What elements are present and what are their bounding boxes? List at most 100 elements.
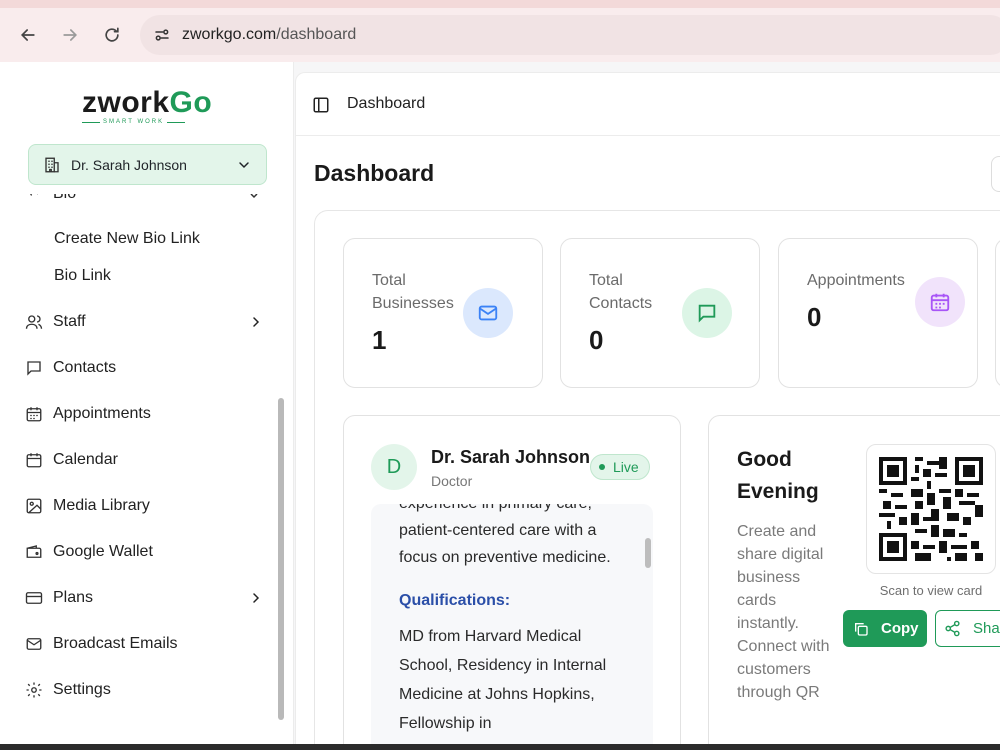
share-button-label: Share [973,620,1000,637]
stat-icon-wrapper [682,288,732,338]
stat-value: 0 [807,302,822,332]
url-text: zworkgo.com/dashboard [182,26,357,43]
gear-icon [24,680,44,700]
stat-label: Total Contacts [589,272,653,312]
sidebar-item-label: Media Library [53,497,150,514]
logo-tagline: SMART WORK [82,119,222,125]
chevron-right-icon [253,593,260,603]
qr-code[interactable] [866,444,996,574]
stat-label: Appointments [807,272,905,289]
forward-button[interactable] [50,15,90,55]
profile-name: Dr. Sarah Johnson [431,447,591,467]
sidebar-item-contacts[interactable]: Contacts [24,353,264,383]
status-badge: Live [590,454,650,480]
sidebar-item-label: Plans [53,589,94,606]
address-bar[interactable]: zworkgo.com/dashboard [140,15,1000,55]
taskbar-edge [0,744,1000,750]
browser-tab-strip [0,0,1000,8]
sidebar-item-plans[interactable]: Plans [24,583,264,613]
bio-text: patient-centered care with a focus on pr… [399,522,611,566]
stat-card-appointments: Appointments 0 [778,238,978,388]
sidebar-subitem-create-bio-link[interactable]: Create New Bio Link [54,230,200,248]
page-title: Dashboard [314,160,435,186]
sidebar-item-label: Appointments [53,405,151,422]
business-selector-value: Dr. Sarah Johnson [71,156,187,173]
sidebar-item-google-wallet[interactable]: Google Wallet [24,537,264,567]
stat-icon-wrapper [915,277,965,327]
status-dot-icon [599,464,605,470]
reload-icon [105,27,119,42]
sidebar-item-media-library[interactable]: Media Library [24,491,264,521]
copy-icon [855,622,868,636]
sidebar: zworkGo SMART WORK Dr. Sarah Johnson Bio… [0,62,294,750]
message-icon [698,304,716,323]
stat-label: Total Businesses [372,272,454,312]
reload-button[interactable] [92,15,132,55]
dashboard-card: Total Businesses 1 Total Contacts 0 Appo… [314,210,1000,750]
header-action-button[interactable] [991,156,1000,192]
qr-code-icon [879,457,983,561]
sidebar-item-label: Broadcast Emails [53,635,178,652]
building-icon [45,157,59,172]
chevron-right-icon [253,317,260,327]
stat-card-partial [995,238,1000,388]
chevron-down-icon [250,194,258,199]
main-content: Dashboard Total Businesses 1 Total Conta… [295,136,1000,750]
sidebar-item-appointments[interactable]: Appointments [24,399,264,429]
greeting-card: Good Evening Create and share digital bu… [708,415,1000,750]
qualifications-heading: Qualifications: [399,592,511,609]
stat-icon-wrapper [463,288,513,338]
sidebar-item-label: Calendar [53,451,118,468]
profile-role: Doctor [431,473,473,489]
sidebar-item-calendar[interactable]: Calendar [24,445,264,475]
business-selector[interactable]: Dr. Sarah Johnson [28,144,267,185]
browser-toolbar: zworkgo.com/dashboard [0,8,1000,62]
bio-content: experience in primary care, patient-cent… [399,504,629,738]
arrow-left-icon [20,29,35,41]
logo-name-main: zwork [82,86,170,119]
sidebar-item-settings[interactable]: Settings [24,675,264,705]
calendar-check-icon [24,404,44,424]
sidebar-toggle-icon[interactable] [312,96,330,114]
sidebar-item-label: Contacts [53,359,117,376]
avatar: D [371,444,417,490]
sidebar-item-staff[interactable]: Staff [24,307,264,337]
users-icon [24,312,44,332]
message-icon [24,358,44,378]
logo-name-accent: Go [169,86,213,119]
share-icon [945,620,960,637]
back-button[interactable] [8,15,48,55]
sidebar-item-label: Google Wallet [53,543,153,560]
sidebar-item-broadcast-emails[interactable]: Broadcast Emails [24,629,264,659]
bio-scroll-area[interactable]: experience in primary care, patient-cent… [371,504,653,750]
link-icon [30,194,38,196]
credit-card-icon [24,588,44,608]
calendar-icon [24,450,44,470]
sidebar-subitem-bio-link[interactable]: Bio Link [54,267,111,285]
stat-card-total-contacts: Total Contacts 0 [560,238,760,388]
sidebar-item-label: Settings [53,681,111,698]
arrow-right-icon [63,29,78,41]
greeting-description: Create and share digital business cards … [737,523,830,701]
profile-card: D Dr. Sarah Johnson Doctor Live experien… [343,415,681,750]
site-info-icon[interactable] [150,23,174,47]
mail-icon [478,305,498,321]
sidebar-menu: Bio Link Create New Bio Link Bio Link St… [0,190,278,750]
copy-button[interactable]: Copy [843,610,927,647]
stat-value: 0 [589,325,604,355]
bio-cut-line: experience in primary care, [399,504,629,517]
image-icon [24,496,44,516]
breadcrumb: Dashboard [347,95,426,112]
wallet-icon [24,542,44,562]
logo[interactable]: zworkGo SMART WORK [82,88,222,128]
qualifications-text: MD from Harvard Medical School, Residenc… [399,628,607,732]
greeting-title: Good Evening [737,448,819,503]
mail-icon [24,634,44,654]
share-button[interactable]: Share [935,610,1000,647]
main-header: Dashboard [295,72,1000,136]
bio-scrollbar[interactable] [645,538,651,568]
qr-caption: Scan to view card [879,583,983,598]
copy-button-label: Copy [881,620,919,637]
sidebar-scrollbar[interactable] [278,398,284,720]
sidebar-item-label: Staff [53,313,86,330]
